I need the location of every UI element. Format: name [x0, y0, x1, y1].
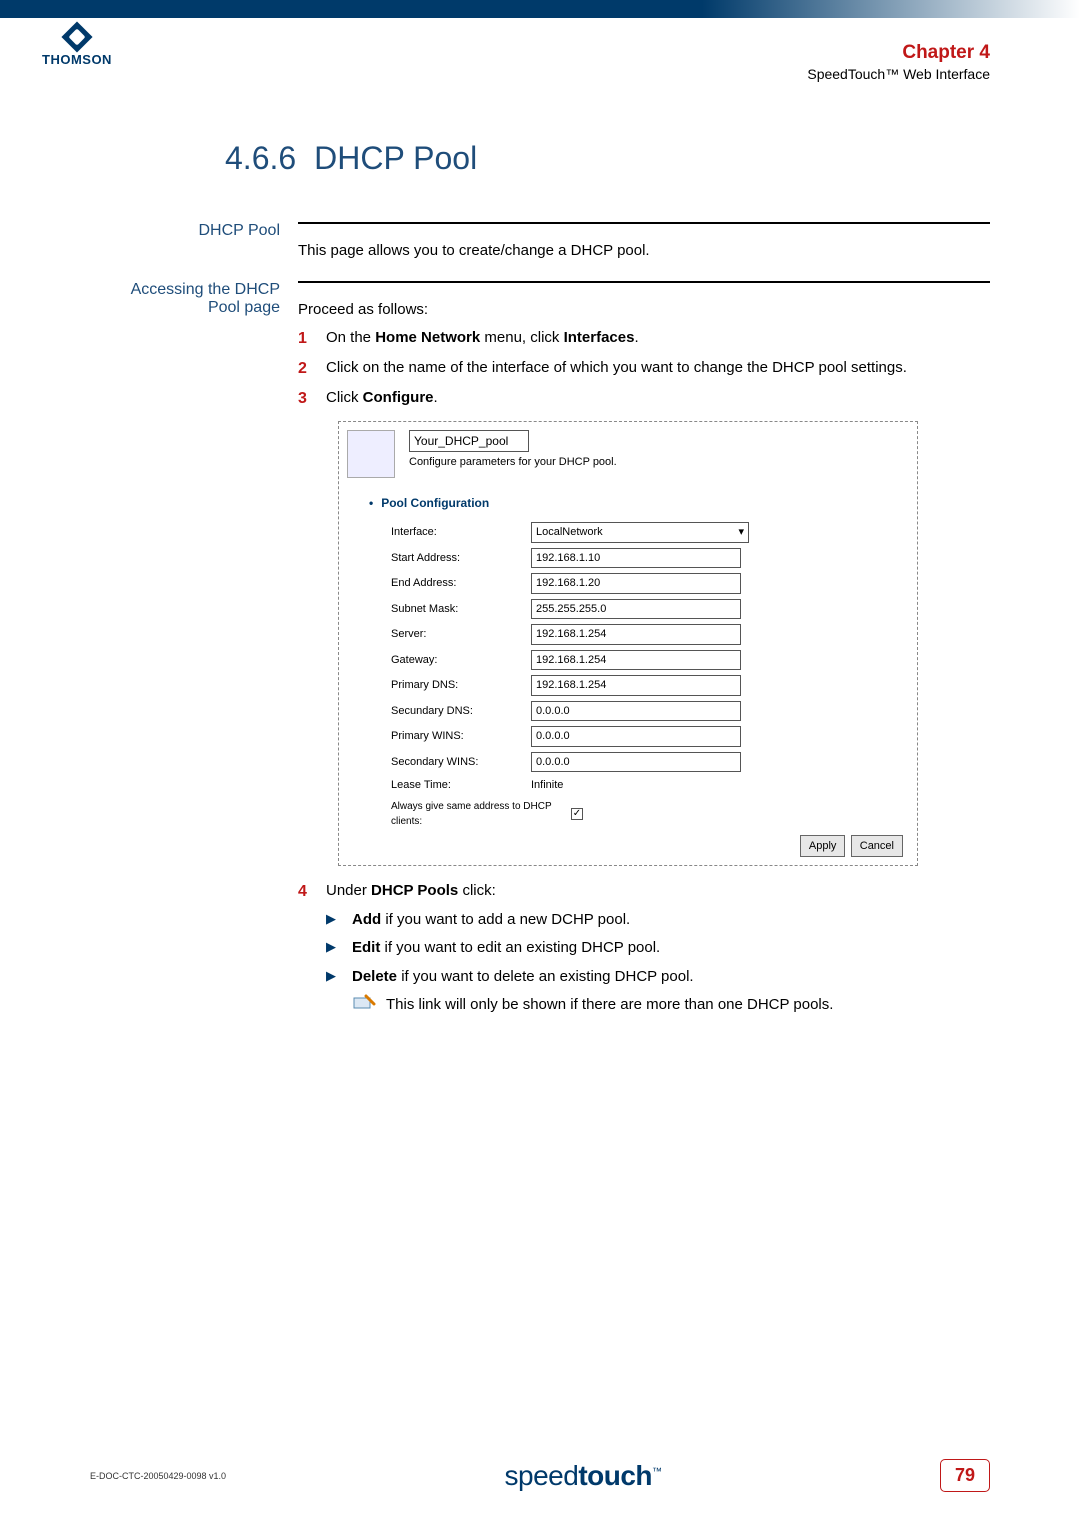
note-icon — [352, 994, 376, 1016]
pool-icon — [347, 430, 395, 478]
arrow-icon: ▶ — [326, 909, 352, 932]
cancel-button[interactable]: Cancel — [851, 835, 903, 858]
footer: E-DOC-CTC-20050429-0098 v1.0 speedtouch™… — [90, 1459, 990, 1492]
chapter-title: Chapter 4 — [807, 42, 990, 64]
row-pwins: Primary WINS:0.0.0.0 — [391, 726, 909, 747]
step-num: 4 — [298, 880, 326, 1017]
gateway-input[interactable]: 192.168.1.254 — [531, 650, 741, 671]
logo-text: THOMSON — [42, 52, 112, 67]
chapter-subtitle: SpeedTouch™ Web Interface — [807, 66, 990, 82]
pool-config-head: Pool Configuration — [369, 494, 909, 512]
note-text: This link will only be shown if there ar… — [386, 994, 833, 1017]
bullet-delete: ▶Delete if you want to delete an existin… — [326, 966, 990, 989]
page-number: 79 — [940, 1459, 990, 1492]
step-text: Under DHCP Pools click: ▶Add if you want… — [326, 880, 990, 1017]
interface-select[interactable]: LocalNetwork ▾ — [531, 522, 749, 543]
primary-wins-input[interactable]: 0.0.0.0 — [531, 726, 741, 747]
pool-name-input[interactable]: Your_DHCP_pool — [409, 430, 529, 452]
row-pdns: Primary DNS:192.168.1.254 — [391, 675, 909, 696]
logo-diamond-icon — [61, 21, 92, 52]
apply-button[interactable]: Apply — [800, 835, 846, 858]
step-2: 2 Click on the name of the interface of … — [298, 357, 990, 381]
doc-id: E-DOC-CTC-20050429-0098 v1.0 — [90, 1471, 226, 1481]
step-num: 3 — [298, 387, 326, 411]
step-1: 1 On the Home Network menu, click Interf… — [298, 327, 990, 351]
config-screenshot: Your_DHCP_pool Configure parameters for … — [338, 421, 918, 866]
bullet-add: ▶Add if you want to add a new DCHP pool. — [326, 909, 990, 932]
end-address-input[interactable]: 192.168.1.20 — [531, 573, 741, 594]
bullet-edit: ▶Edit if you want to edit an existing DH… — [326, 937, 990, 960]
step-4: 4 Under DHCP Pools click: ▶Add if you wa… — [298, 880, 990, 1017]
secondary-wins-input[interactable]: 0.0.0.0 — [531, 752, 741, 773]
step-text: Click Configure. — [326, 387, 990, 411]
row-interface: Interface: LocalNetwork ▾ — [391, 522, 909, 543]
row-swins: Secondary WINS:0.0.0.0 — [391, 752, 909, 773]
arrow-icon: ▶ — [326, 966, 352, 989]
step-num: 2 — [298, 357, 326, 381]
row-sdns: Secundary DNS:0.0.0.0 — [391, 701, 909, 722]
row-server: Server:192.168.1.254 — [391, 624, 909, 645]
row-lease: Lease Time:Infinite — [391, 777, 909, 794]
row-start: Start Address:192.168.1.10 — [391, 548, 909, 569]
step-text: On the Home Network menu, click Interfac… — [326, 327, 990, 351]
step-text: Click on the name of the interface of wh… — [326, 357, 990, 381]
section-number: 4.6.6 — [225, 140, 296, 176]
row-gateway: Gateway:192.168.1.254 — [391, 650, 909, 671]
primary-dns-input[interactable]: 192.168.1.254 — [531, 675, 741, 696]
same-address-checkbox[interactable]: ✓ — [571, 808, 583, 820]
access-intro: Proceed as follows: — [298, 299, 990, 322]
row-same: Always give same address to DHCP clients… — [391, 799, 909, 829]
start-address-input[interactable]: 192.168.1.10 — [531, 548, 741, 569]
arrow-icon: ▶ — [326, 937, 352, 960]
brand-logo: speedtouch™ — [505, 1460, 662, 1492]
runin-dhcp-pool: DHCP Pool — [120, 222, 298, 240]
chapter-header: Chapter 4 SpeedTouch™ Web Interface — [807, 42, 990, 82]
chevron-down-icon: ▾ — [738, 524, 744, 541]
section-heading: 4.6.6 DHCP Pool — [225, 140, 990, 177]
runin-access: Accessing the DHCP Pool page — [120, 281, 298, 317]
pool-subtitle: Configure parameters for your DHCP pool. — [409, 454, 617, 471]
top-bar — [0, 0, 1080, 18]
step-num: 1 — [298, 327, 326, 351]
section-title: DHCP Pool — [314, 140, 477, 176]
secondary-dns-input[interactable]: 0.0.0.0 — [531, 701, 741, 722]
row-subnet: Subnet Mask:255.255.255.0 — [391, 599, 909, 620]
server-input[interactable]: 192.168.1.254 — [531, 624, 741, 645]
subnet-mask-input[interactable]: 255.255.255.0 — [531, 599, 741, 620]
row-end: End Address:192.168.1.20 — [391, 573, 909, 594]
lease-time-value: Infinite — [531, 777, 563, 794]
note-row: This link will only be shown if there ar… — [352, 994, 990, 1017]
dhcp-pool-text: This page allows you to create/change a … — [298, 222, 990, 263]
step-3: 3 Click Configure. — [298, 387, 990, 411]
thomson-logo: THOMSON — [42, 26, 112, 67]
